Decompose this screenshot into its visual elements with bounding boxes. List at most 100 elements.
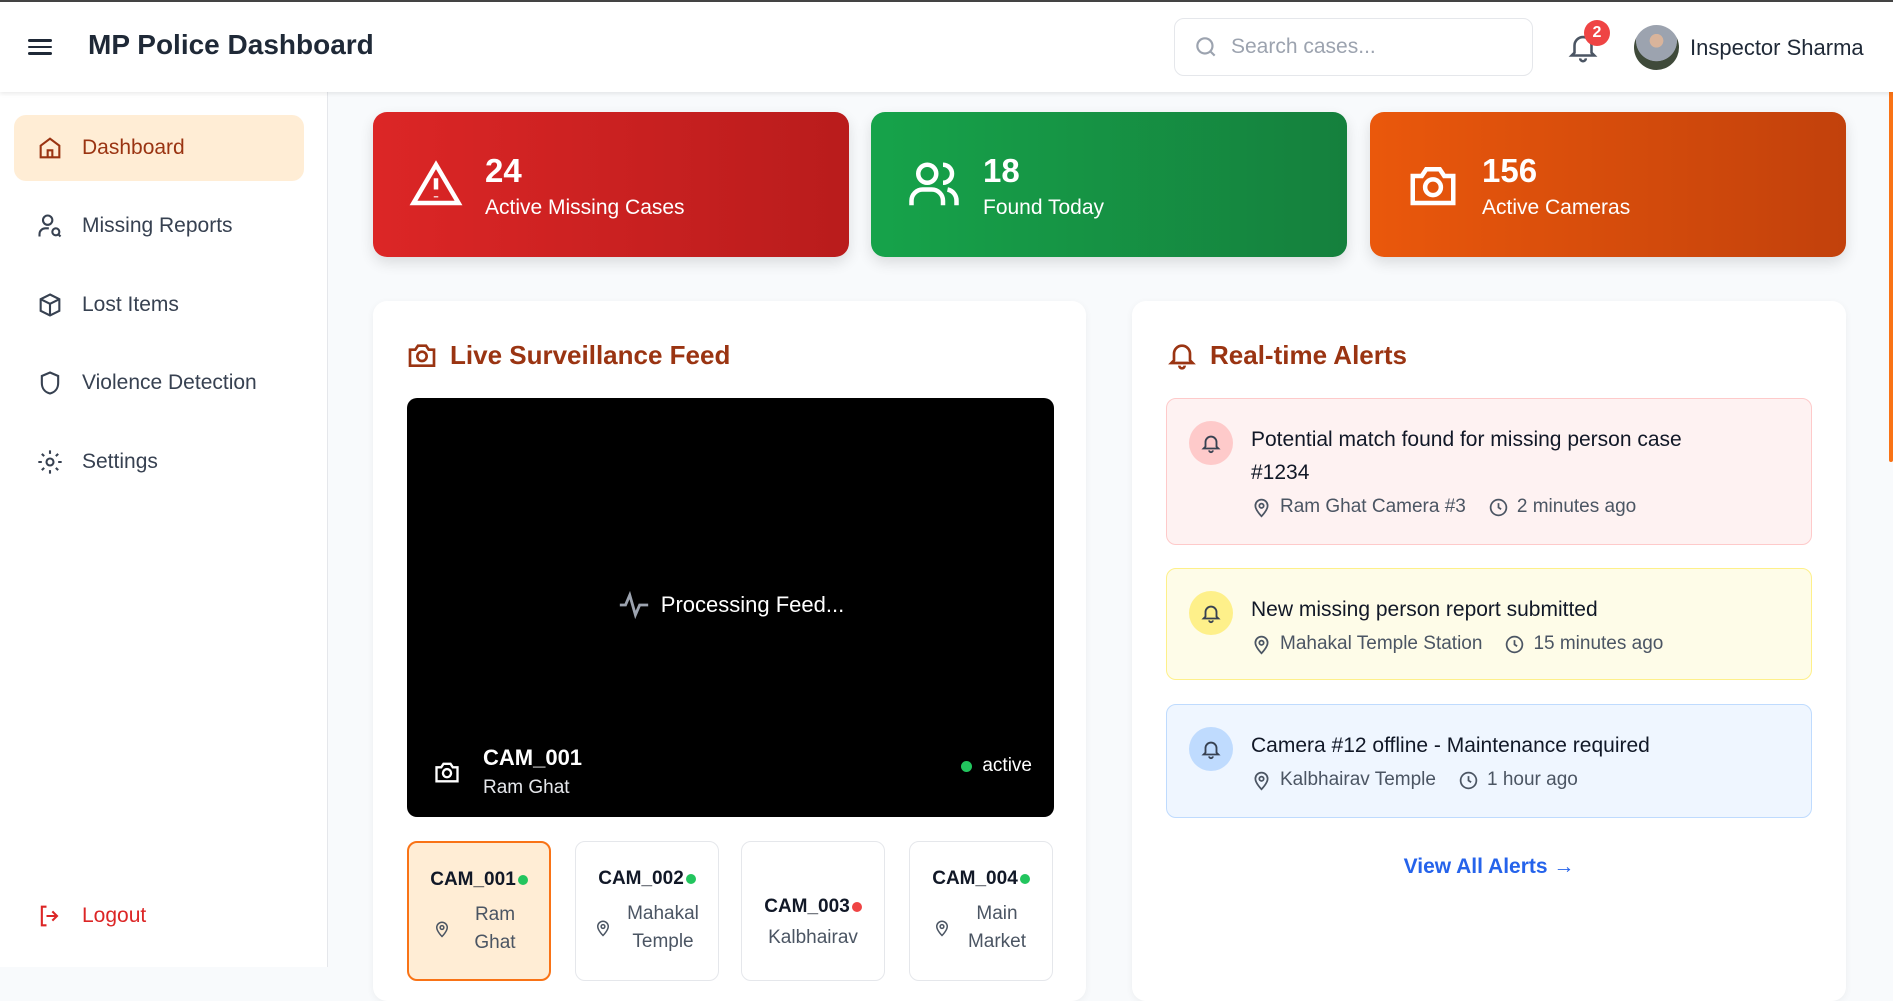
map-pin-icon: [596, 920, 609, 937]
stat-value: 156: [1482, 152, 1538, 189]
stat-label: Found Today: [983, 196, 1105, 219]
camera-card[interactable]: CAM_003 Kalbhairav: [741, 841, 885, 981]
clock-icon: [1489, 498, 1508, 516]
alert-location: Mahakal Temple Station: [1280, 633, 1483, 654]
surveillance-title: Live Surveillance Feed: [406, 339, 730, 371]
status-dot: [851, 901, 862, 912]
user-name[interactable]: Inspector Sharma: [1690, 35, 1864, 61]
search-box[interactable]: [1174, 18, 1533, 76]
bell-icon: [1168, 344, 1196, 370]
top-header: MP Police Dashboard 2 Inspector Sharma: [0, 2, 1893, 92]
alert-meta: Ram Ghat Camera #3 2 minutes ago: [1251, 496, 1636, 518]
stat-value: 18: [983, 152, 1020, 189]
sidebar-item-label: Dashboard: [82, 136, 185, 159]
camera-card[interactable]: CAM_001 Ram Ghat: [407, 841, 551, 981]
sidebar-item-violence-detection[interactable]: Violence Detection: [14, 350, 304, 416]
video-camera-location: Ram Ghat: [483, 777, 570, 798]
camera-icon: [408, 344, 436, 367]
alert-location: Ram Ghat Camera #3: [1280, 496, 1466, 517]
user-search-icon: [38, 214, 62, 238]
scrollbar[interactable]: [1889, 62, 1893, 462]
alert-item[interactable]: New missing person report submitted Maha…: [1166, 568, 1812, 680]
alert-meta: Kalbhairav Temple 1 hour ago: [1251, 769, 1578, 791]
package-icon: [39, 293, 61, 317]
alert-item[interactable]: Potential match found for missing person…: [1166, 398, 1812, 545]
stat-value: 24: [485, 152, 522, 189]
alert-item[interactable]: Camera #12 offline - Maintenance require…: [1166, 704, 1812, 818]
alert-message: Camera #12 offline - Maintenance require…: [1251, 734, 1650, 757]
alert-bell-icon: [1189, 421, 1233, 465]
search-icon: [1196, 37, 1216, 57]
video-feed[interactable]: Processing Feed... CAM_001 Ram Ghat acti…: [407, 398, 1054, 817]
status-dot: [685, 873, 696, 884]
sidebar-item-dashboard[interactable]: Dashboard: [14, 115, 304, 181]
map-pin-icon: [1254, 635, 1269, 654]
camera-location: Kalbhairav: [768, 927, 858, 948]
notification-badge: 2: [1584, 20, 1610, 46]
stat-label: Active Missing Cases: [485, 196, 685, 219]
status-dot: [517, 874, 528, 885]
logout-button[interactable]: Logout: [14, 883, 304, 949]
sidebar-item-label: Violence Detection: [82, 371, 257, 394]
panel-title: Live Surveillance Feed: [450, 339, 731, 370]
video-status: active: [961, 755, 1032, 777]
gear-icon: [38, 450, 62, 474]
camera-location: Mahakal Temple: [627, 903, 699, 952]
stat-card-missing-cases: 24 Active Missing Cases: [373, 112, 849, 257]
camera-location: Ram Ghat: [474, 904, 516, 953]
alert-bell-icon: [1189, 727, 1233, 771]
map-pin-icon: [1254, 771, 1269, 790]
alert-meta: Mahakal Temple Station 15 minutes ago: [1251, 633, 1663, 655]
panel-title: Real-time Alerts: [1210, 339, 1407, 370]
sidebar-item-label: Missing Reports: [82, 214, 233, 237]
processing-text: Processing Feed...: [660, 592, 845, 617]
camera-card[interactable]: CAM_004 Main Market: [909, 841, 1053, 981]
alert-message: New missing person report submitted: [1251, 598, 1598, 621]
alert-message: Potential match found for missing person…: [1251, 428, 1682, 484]
status-dot: [961, 760, 973, 772]
search-input[interactable]: [1231, 35, 1511, 59]
stat-card-found-today: 18 Found Today: [871, 112, 1347, 257]
view-all-alerts-link[interactable]: View All Alerts →: [1166, 855, 1812, 879]
sidebar: Dashboard Missing Reports Lost Items Vio…: [0, 92, 328, 967]
camera-card[interactable]: CAM_002 Mahakal Temple: [575, 841, 719, 981]
video-camera-info: CAM_001 Ram Ghat: [433, 745, 582, 799]
status-text: active: [982, 755, 1032, 776]
sidebar-item-label: Lost Items: [82, 293, 179, 316]
warning-icon: [409, 160, 463, 206]
sidebar-item-lost-items[interactable]: Lost Items: [14, 272, 304, 338]
avatar[interactable]: [1634, 25, 1679, 70]
alerts-title: Real-time Alerts: [1166, 339, 1407, 371]
video-camera-id: CAM_001: [483, 745, 583, 770]
alert-time: 15 minutes ago: [1533, 633, 1664, 654]
clock-icon: [1459, 771, 1478, 789]
menu-icon[interactable]: [28, 35, 52, 57]
camera-icon: [1410, 167, 1456, 206]
app-title: MP Police Dashboard: [88, 29, 374, 60]
users-icon: [909, 162, 959, 206]
sidebar-item-settings[interactable]: Settings: [14, 429, 304, 495]
sidebar-item-label: Settings: [82, 450, 158, 473]
camera-id: CAM_001: [409, 869, 549, 891]
camera-id: CAM_003: [742, 896, 884, 918]
stat-label: Active Cameras: [1482, 196, 1631, 219]
alert-bell-icon: [1189, 591, 1233, 635]
shield-icon: [40, 371, 60, 395]
alert-location: Kalbhairav Temple: [1280, 769, 1436, 790]
camera-location: Main Market: [967, 903, 1027, 952]
home-icon: [39, 137, 61, 159]
logout-label: Logout: [82, 904, 147, 927]
sidebar-item-missing-reports[interactable]: Missing Reports: [14, 193, 304, 259]
activity-icon: [619, 590, 648, 620]
map-pin-icon: [1254, 498, 1269, 517]
status-dot: [1019, 873, 1030, 884]
alert-time: 1 hour ago: [1486, 769, 1578, 790]
camera-id: CAM_004: [910, 868, 1052, 890]
camera-icon: [435, 762, 459, 783]
logout-icon: [40, 905, 59, 927]
map-pin-icon: [435, 921, 449, 938]
stat-card-active-cameras: 156 Active Cameras: [1370, 112, 1846, 257]
processing-status: Processing Feed...: [407, 588, 1054, 622]
map-pin-icon: [935, 920, 948, 937]
alert-time: 2 minutes ago: [1516, 496, 1637, 517]
